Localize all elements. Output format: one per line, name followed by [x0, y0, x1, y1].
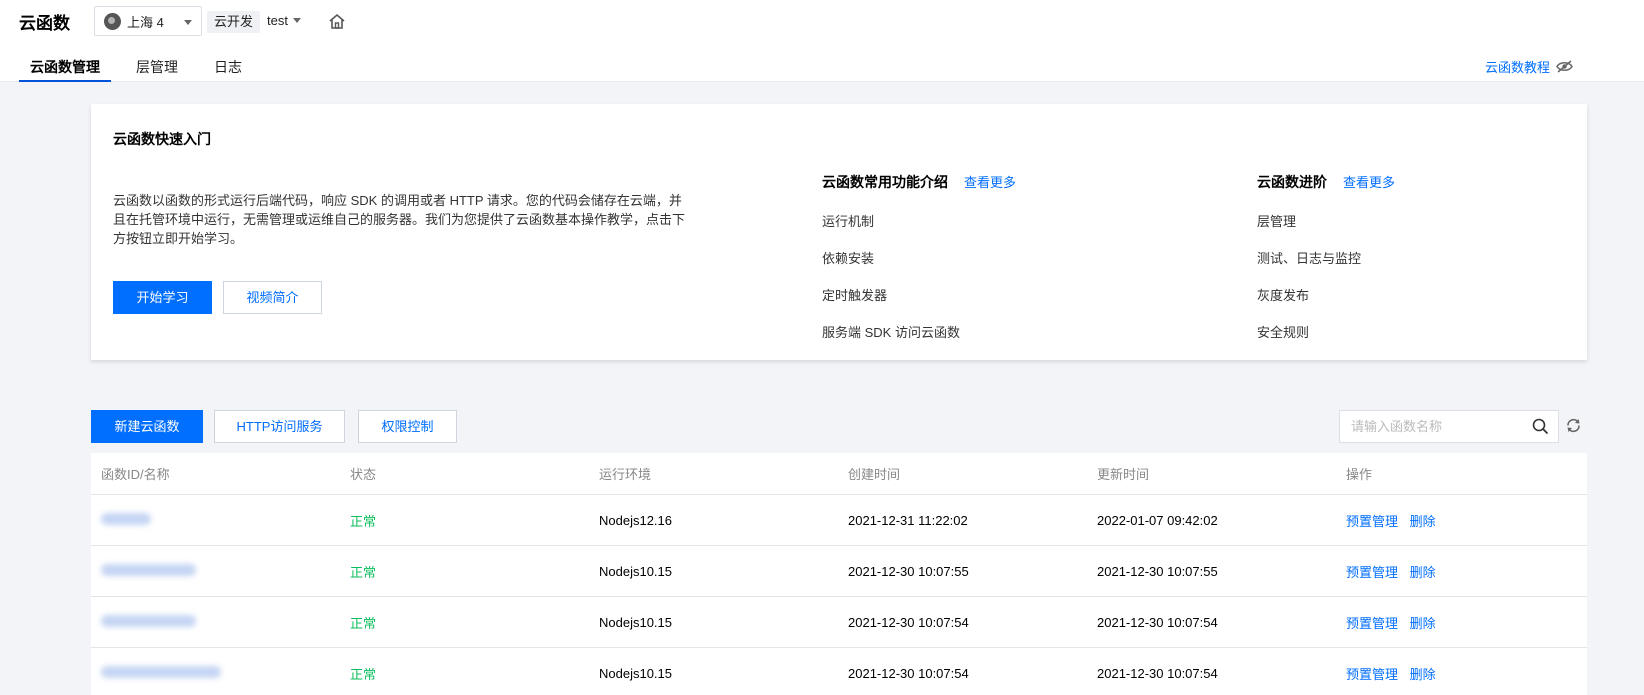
- delete-button[interactable]: 删除: [1410, 514, 1436, 529]
- updated-cell: 2021-12-30 10:07:54: [1097, 614, 1218, 630]
- advanced-title: 云函数进阶: [1257, 174, 1327, 190]
- status-cell: 正常: [350, 615, 377, 631]
- quickstart-description: 云函数以函数的形式运行后端代码，响应 SDK 的调用或者 HTTP 请求。您的代…: [113, 193, 686, 246]
- home-icon[interactable]: [328, 13, 346, 30]
- updated-cell: 2022-01-07 09:42:02: [1097, 512, 1218, 528]
- advanced-link-security[interactable]: 安全规则: [1257, 322, 1395, 359]
- search-box: [1339, 410, 1559, 443]
- table-row: 正常 Nodejs12.16 2021-12-31 11:22:02 2022-…: [91, 495, 1587, 546]
- function-id-link[interactable]: [101, 665, 221, 678]
- status-cell: 正常: [350, 564, 377, 580]
- tab-layers[interactable]: 层管理: [125, 52, 189, 82]
- quickstart-card: 云函数快速入门 云函数以函数的形式运行后端代码，响应 SDK 的调用或者 HTT…: [91, 104, 1587, 360]
- create-function-button[interactable]: 新建云函数: [91, 410, 203, 443]
- tab-logs[interactable]: 日志: [203, 52, 253, 82]
- runtime-cell: Nodejs10.15: [599, 614, 672, 630]
- advanced-link-testing[interactable]: 测试、日志与监控: [1257, 248, 1395, 285]
- region-label: 上海 4: [127, 14, 164, 30]
- created-cell: 2021-12-31 11:22:02: [848, 512, 968, 528]
- column-header: 状态: [350, 467, 377, 482]
- column-header: 更新时间: [1097, 467, 1150, 482]
- env-selector[interactable]: test: [267, 13, 301, 28]
- search-icon[interactable]: [1532, 418, 1549, 435]
- created-cell: 2021-12-30 10:07:54: [848, 665, 969, 681]
- chevron-down-icon: [184, 20, 192, 25]
- start-learning-button[interactable]: 开始学习: [113, 281, 212, 314]
- provision-button[interactable]: 预置管理: [1346, 565, 1398, 580]
- updated-cell: 2021-12-30 10:07:54: [1097, 665, 1218, 681]
- search-input[interactable]: [1340, 411, 1520, 442]
- runtime-cell: Nodejs10.15: [599, 563, 672, 579]
- tutorial-link[interactable]: 云函数教程: [1485, 57, 1573, 76]
- features-more-link[interactable]: 查看更多: [964, 172, 1016, 191]
- video-intro-button[interactable]: 视频简介: [223, 281, 322, 314]
- eye-off-icon[interactable]: [1556, 60, 1573, 73]
- top-bar: 云函数 上海 4 云开发 test 云函数管理 层管理 日志 云函数教程: [0, 0, 1644, 82]
- env-tag: 云开发: [207, 11, 261, 33]
- advanced-column: 云函数进阶 查看更多 层管理 测试、日志与监控 灰度发布 安全规则: [1257, 172, 1395, 359]
- table-row: 正常 Nodejs10.15 2021-12-30 10:07:54 2021-…: [91, 597, 1587, 648]
- actions-cell: 预置管理 删除: [1336, 664, 1587, 683]
- feature-link-timer-trigger[interactable]: 定时触发器: [822, 285, 1016, 322]
- quickstart-title: 云函数快速入门: [113, 131, 211, 147]
- updated-cell: 2021-12-30 10:07:55: [1097, 563, 1218, 579]
- table-row: 正常 Nodejs10.15 2021-12-30 10:07:54 2021-…: [91, 648, 1587, 695]
- runtime-cell: Nodejs10.15: [599, 665, 672, 681]
- features-column: 云函数常用功能介绍 查看更多 运行机制 依赖安装 定时触发器 服务端 SDK 访…: [822, 172, 1016, 359]
- actions-cell: 预置管理 删除: [1336, 562, 1587, 581]
- status-cell: 正常: [350, 513, 377, 529]
- status-cell: 正常: [350, 666, 377, 682]
- http-service-button[interactable]: HTTP访问服务: [214, 410, 345, 443]
- function-id-link[interactable]: [101, 512, 151, 525]
- provision-button[interactable]: 预置管理: [1346, 667, 1398, 682]
- function-id-link[interactable]: [101, 563, 196, 576]
- feature-link-runtime[interactable]: 运行机制: [822, 211, 1016, 248]
- tab-functions[interactable]: 云函数管理: [19, 52, 111, 82]
- column-header: 操作: [1346, 467, 1373, 482]
- created-cell: 2021-12-30 10:07:55: [848, 563, 969, 579]
- column-header: 运行环境: [599, 467, 652, 482]
- function-id-link[interactable]: [101, 614, 196, 627]
- table-row: 正常 Nodejs10.15 2021-12-30 10:07:55 2021-…: [91, 546, 1587, 597]
- region-selector[interactable]: 上海 4: [94, 6, 202, 36]
- advanced-link-layers[interactable]: 层管理: [1257, 211, 1395, 248]
- actions-cell: 预置管理 删除: [1336, 511, 1587, 530]
- actions-cell: 预置管理 删除: [1336, 613, 1587, 632]
- delete-button[interactable]: 删除: [1410, 616, 1436, 631]
- created-cell: 2021-12-30 10:07:54: [848, 614, 969, 630]
- feature-link-server-sdk[interactable]: 服务端 SDK 访问云函数: [822, 322, 1016, 359]
- advanced-link-gray-release[interactable]: 灰度发布: [1257, 285, 1395, 322]
- provision-button[interactable]: 预置管理: [1346, 616, 1398, 631]
- delete-button[interactable]: 删除: [1410, 667, 1436, 682]
- env-name-label: test: [267, 13, 288, 28]
- page-title: 云函数: [19, 14, 70, 33]
- tutorial-label: 云函数教程: [1485, 60, 1551, 75]
- column-header: 函数ID/名称: [101, 467, 170, 482]
- refresh-icon[interactable]: [1565, 417, 1582, 434]
- advanced-more-link[interactable]: 查看更多: [1343, 172, 1395, 191]
- runtime-cell: Nodejs12.16: [599, 512, 672, 528]
- provision-button[interactable]: 预置管理: [1346, 514, 1398, 529]
- permission-button[interactable]: 权限控制: [358, 410, 457, 443]
- functions-table: 函数ID/名称 状态 运行环境 创建时间 更新时间 操作 正常 Nodejs12…: [91, 453, 1587, 695]
- feature-link-dependencies[interactable]: 依赖安装: [822, 248, 1016, 285]
- delete-button[interactable]: 删除: [1410, 565, 1436, 580]
- tab-bar: 云函数管理 层管理 日志: [19, 52, 267, 82]
- features-title: 云函数常用功能介绍: [822, 174, 948, 190]
- table-header: 函数ID/名称 状态 运行环境 创建时间 更新时间 操作: [91, 453, 1587, 495]
- column-header: 创建时间: [848, 467, 901, 482]
- globe-icon: [104, 12, 121, 30]
- chevron-down-icon: [292, 18, 301, 23]
